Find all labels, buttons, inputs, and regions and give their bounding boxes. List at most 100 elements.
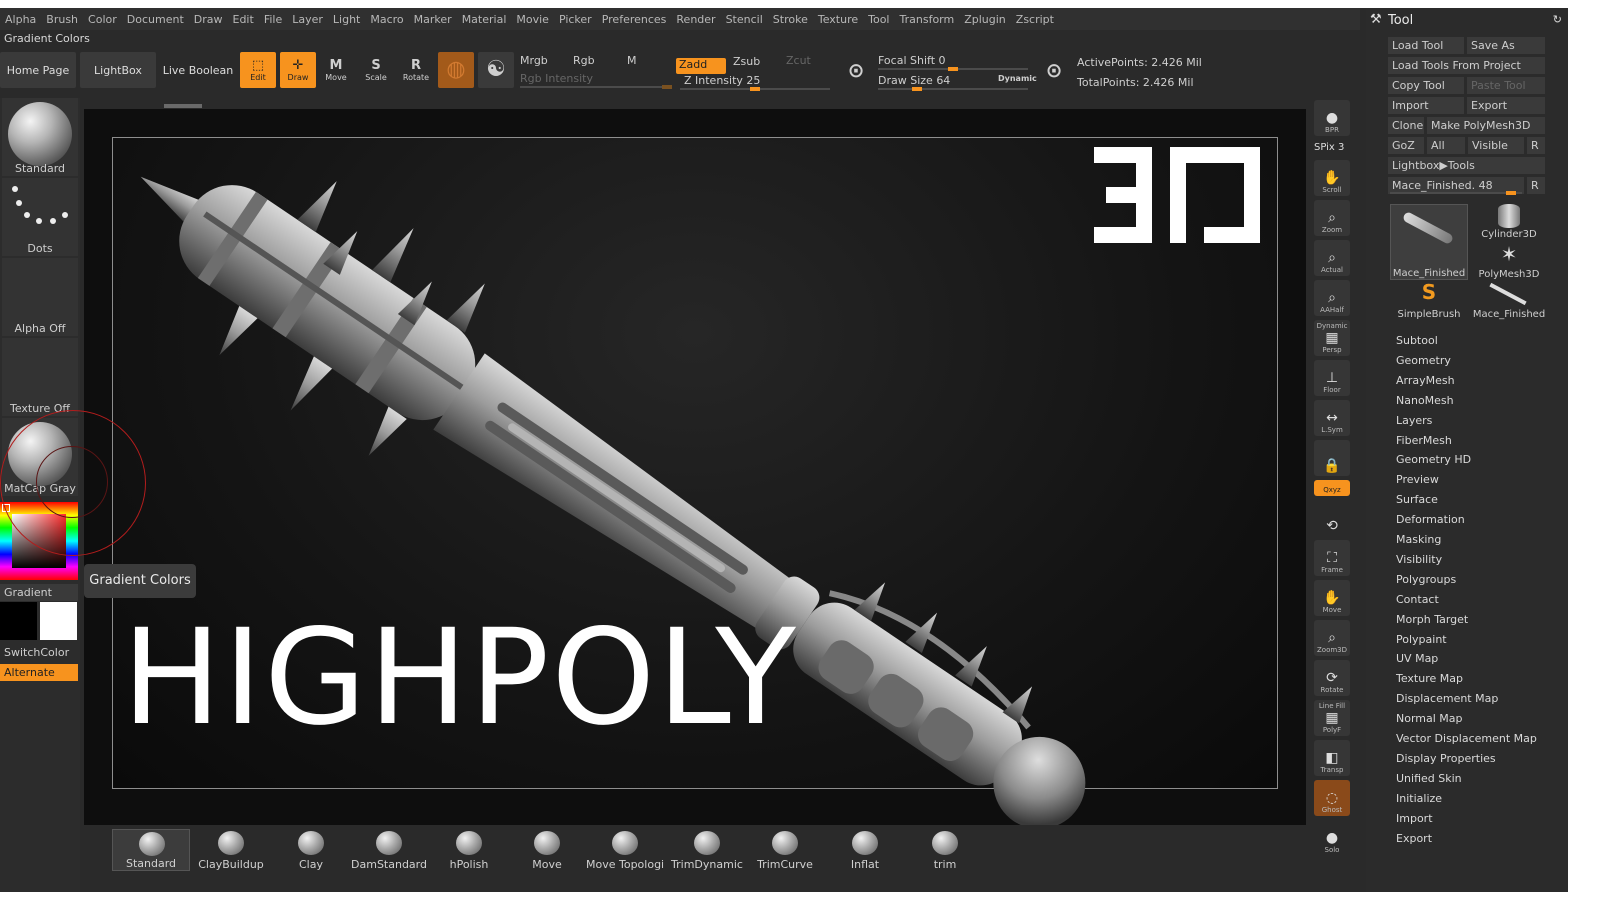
viewport-scrollbar[interactable] (164, 104, 202, 108)
menu-layer[interactable]: Layer (287, 13, 328, 26)
menu-movie[interactable]: Movie (511, 13, 554, 26)
focal-shift-slider[interactable] (878, 67, 1028, 71)
rotate-button[interactable]: R Rotate (398, 52, 434, 88)
subpalette-contact[interactable]: Contact (1396, 593, 1439, 606)
aahalf-button[interactable]: ⌕ AAHalf (1314, 280, 1350, 316)
rotation-axis-button[interactable]: ⟲ (1314, 500, 1350, 536)
lazy-mouse-button[interactable]: ⊙ (838, 52, 874, 88)
gradient-button[interactable]: Gradient (0, 584, 78, 601)
rotate-view-button[interactable]: ⟳ Rotate (1314, 660, 1350, 696)
menu-file[interactable]: File (259, 13, 287, 26)
mace-thumbnail[interactable]: Mace_Finished (1390, 204, 1468, 280)
export-button[interactable]: Export (1467, 97, 1545, 114)
goz-button[interactable]: GoZ (1388, 137, 1424, 154)
make-polymesh3d-button[interactable]: Make PolyMesh3D (1427, 117, 1545, 134)
menu-color[interactable]: Color (83, 13, 122, 26)
import-button[interactable]: Import (1388, 97, 1464, 114)
load-tools-from-project-button[interactable]: Load Tools From Project (1388, 57, 1545, 74)
brush-selector[interactable]: Standard (2, 98, 78, 176)
goz-r-button[interactable]: R (1527, 137, 1545, 154)
brush-clay[interactable]: Clay (272, 829, 350, 871)
brush-claybuildup[interactable]: ClayBuildup (192, 829, 270, 871)
brush-trimdynamic[interactable]: TrimDynamic (668, 829, 746, 871)
brush-damstandard[interactable]: DamStandard (350, 829, 428, 871)
mace-finished-thumbnail-small[interactable]: Mace_Finished (1470, 282, 1548, 320)
primary-color-swatch[interactable] (0, 602, 37, 640)
draw-size-slider[interactable] (878, 87, 1028, 91)
brush-trimcurve[interactable]: TrimCurve (746, 829, 824, 871)
clone-button[interactable]: Clone (1388, 117, 1424, 134)
lightbox-tools-button[interactable]: Lightbox▶Tools (1388, 157, 1545, 174)
gyro-button[interactable]: ☯ (478, 52, 514, 88)
draw-button[interactable]: ✛ Draw (280, 52, 316, 88)
actual-button[interactable]: ⌕ Actual (1314, 240, 1350, 276)
subpalette-import[interactable]: Import (1396, 812, 1433, 825)
goz-all-button[interactable]: All (1427, 137, 1465, 154)
menu-stroke[interactable]: Stroke (768, 13, 813, 26)
ghost-button[interactable]: ◌ Ghost (1314, 780, 1350, 816)
menu-light[interactable]: Light (328, 13, 365, 26)
home-page-button[interactable]: Home Page (0, 52, 76, 88)
reset-icon[interactable]: ↻ (1553, 13, 1562, 26)
brush-move[interactable]: Move (508, 829, 586, 871)
solo-button[interactable]: ● Solo (1314, 820, 1350, 856)
goz-visible-button[interactable]: Visible (1468, 137, 1524, 154)
floor-button[interactable]: ⊥ Floor (1314, 360, 1350, 396)
menu-edit[interactable]: Edit (228, 13, 259, 26)
lightbox-button[interactable]: LightBox (80, 52, 156, 88)
live-boolean-button[interactable]: Live Boolean (160, 52, 236, 88)
cylinder3d-thumbnail[interactable]: Cylinder3D (1470, 202, 1548, 240)
subpalette-geometry-hd[interactable]: Geometry HD (1396, 453, 1471, 466)
subpalette-deformation[interactable]: Deformation (1396, 513, 1465, 526)
zadd-button[interactable]: Zadd (676, 58, 726, 74)
texture-selector[interactable]: Texture Off (2, 338, 78, 416)
menu-tool[interactable]: Tool (863, 13, 894, 26)
polymesh3d-thumbnail[interactable]: ✶ PolyMesh3D (1470, 242, 1548, 280)
subpalette-initialize[interactable]: Initialize (1396, 792, 1442, 805)
menu-draw[interactable]: Draw (189, 13, 228, 26)
secondary-color-swatch[interactable] (40, 602, 77, 640)
copy-tool-button[interactable]: Copy Tool (1388, 77, 1464, 94)
mrgb-button[interactable]: Mrgb (520, 54, 548, 67)
dynamic-mode-button[interactable]: ⊙ (1036, 52, 1072, 88)
menu-zplugin[interactable]: Zplugin (959, 13, 1011, 26)
lsym-button[interactable]: ↔ L.Sym (1314, 400, 1350, 436)
subpalette-polypaint[interactable]: Polypaint (1396, 633, 1447, 646)
brush-hpolish[interactable]: hPolish (430, 829, 508, 871)
subpalette-display-properties[interactable]: Display Properties (1396, 752, 1496, 765)
menu-preferences[interactable]: Preferences (597, 13, 672, 26)
save-as-button[interactable]: Save As (1467, 37, 1545, 54)
switch-color-button[interactable]: SwitchColor (0, 644, 78, 661)
subpalette-polygroups[interactable]: Polygroups (1396, 573, 1456, 586)
brush-trim[interactable]: trim (906, 829, 984, 871)
subpalette-vector-displacement-map[interactable]: Vector Displacement Map (1396, 732, 1537, 745)
persp-button[interactable]: Dynamic ▦ Persp (1314, 320, 1350, 356)
scale-button[interactable]: S Scale (358, 52, 394, 88)
zcut-button[interactable]: Zcut (786, 54, 811, 67)
zsub-button[interactable]: Zsub (733, 55, 760, 68)
subpalette-unified-skin[interactable]: Unified Skin (1396, 772, 1462, 785)
frame-button[interactable]: ⛶ Frame (1314, 540, 1350, 576)
z-intensity-slider[interactable] (680, 87, 830, 91)
stroke-selector[interactable]: Dots (2, 178, 78, 256)
m-button[interactable]: M (627, 54, 637, 67)
menu-marker[interactable]: Marker (409, 13, 457, 26)
subpalette-layers[interactable]: Layers (1396, 414, 1432, 427)
subpalette-masking[interactable]: Masking (1396, 533, 1441, 546)
zoom-button[interactable]: ⌕ Zoom (1314, 200, 1350, 236)
subpalette-visibility[interactable]: Visibility (1396, 553, 1442, 566)
spix-slider[interactable]: SPix 3 (1314, 142, 1350, 153)
subpalette-surface[interactable]: Surface (1396, 493, 1438, 506)
polyf-button[interactable]: Line Fill ▦ PolyF (1314, 700, 1350, 736)
alpha-selector[interactable]: Alpha Off (2, 258, 78, 336)
bpr-button[interactable]: ● BPR (1314, 100, 1350, 136)
subpalette-nanomesh[interactable]: NanoMesh (1396, 394, 1454, 407)
menu-brush[interactable]: Brush (41, 13, 83, 26)
edit-button[interactable]: ⬚ Edit (240, 52, 276, 88)
tool-r-button[interactable]: R (1527, 177, 1545, 194)
menu-macro[interactable]: Macro (365, 13, 408, 26)
subpalette-uv-map[interactable]: UV Map (1396, 652, 1438, 665)
menu-stencil[interactable]: Stencil (721, 13, 768, 26)
subpalette-geometry[interactable]: Geometry (1396, 354, 1451, 367)
scroll-button[interactable]: ✋ Scroll (1314, 160, 1350, 196)
